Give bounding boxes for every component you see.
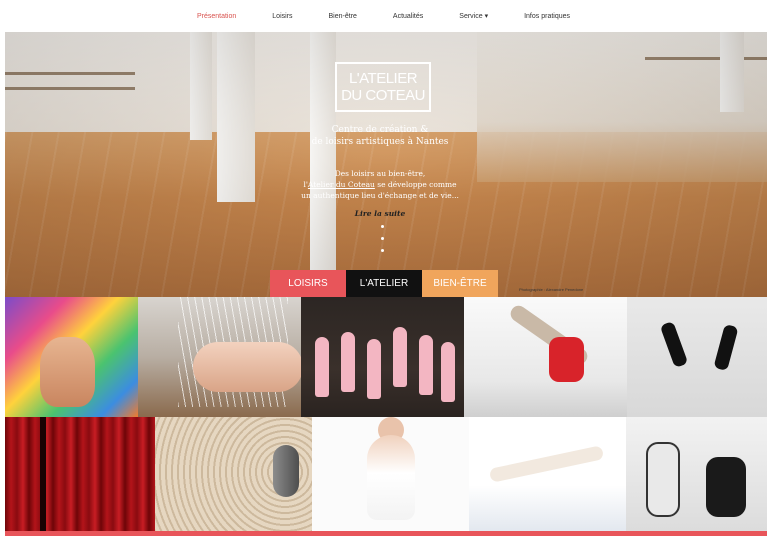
zen-garden-tile[interactable]	[155, 417, 312, 531]
logo-line-1: L'ATELIER	[348, 70, 418, 87]
ballerina-icon	[419, 335, 433, 395]
tagline-line-2: de loisirs artistiques à Nantes	[311, 137, 449, 147]
photo-credit: Photographie : Alexandre Penedone	[519, 287, 584, 292]
atelier-link[interactable]: Atelier du Coteau	[308, 180, 375, 189]
tab-loisirs[interactable]: LOISIRS	[270, 270, 346, 297]
yoga-tile[interactable]	[312, 417, 469, 531]
ballerina-icon	[367, 339, 381, 399]
dot	[380, 225, 384, 228]
zen-stone-icon	[273, 445, 299, 497]
hero-intro-text: Des loisirs au bien-être, l'Atelier du C…	[245, 168, 515, 201]
jump-dancers-tile[interactable]	[627, 297, 767, 417]
logo-line-2: DU COTEAU	[341, 87, 425, 104]
intro-line-1: Des loisirs au bien-être,	[334, 169, 426, 178]
stretch-pose-icon	[488, 445, 605, 483]
dancer-icon	[713, 323, 739, 372]
hero-tagline: Centre de création & de loisirs artistiq…	[245, 124, 515, 148]
stretch-tile[interactable]	[469, 417, 626, 531]
ballerina-icon	[393, 327, 407, 387]
tagline-line-1: Centre de création &	[331, 125, 429, 135]
curtain-opening-icon	[40, 417, 46, 531]
nav-item-actualites[interactable]: Actualités	[393, 13, 423, 20]
painting-tile[interactable]	[5, 297, 138, 417]
nav-item-bien-etre[interactable]: Bien-être	[329, 13, 357, 20]
dancer-icon	[659, 320, 689, 369]
footer-accent-bar	[5, 531, 767, 536]
site-logo[interactable]: L'ATELIER DU COTEAU	[335, 62, 431, 112]
tab-atelier[interactable]: L'ATELIER	[346, 270, 422, 297]
baby-hand-icon	[193, 342, 301, 392]
intro-suffix: se développe comme	[374, 180, 457, 189]
harp-tile[interactable]	[138, 297, 301, 417]
nav-item-presentation[interactable]: Présentation	[197, 13, 236, 20]
intro-line-2: l'Atelier du Coteau se développe comme	[245, 179, 515, 190]
read-more-link[interactable]: Lire la suite	[245, 209, 515, 218]
tab-bien-etre[interactable]: BIEN-ÊTRE	[422, 270, 498, 297]
top-navigation: Présentation Loisirs Bien-être Actualité…	[0, 0, 767, 32]
fighter-icon	[646, 442, 680, 517]
ballerina-icon	[341, 332, 355, 392]
hero-banner: L'ATELIER DU COTEAU Centre de création &…	[5, 32, 767, 297]
activities-image-grid	[5, 297, 767, 531]
martial-arts-tile[interactable]	[626, 417, 767, 531]
dancer-pants-icon	[549, 337, 584, 382]
ballerina-icon	[315, 337, 329, 397]
dot	[380, 249, 384, 252]
nav-item-loisirs[interactable]: Loisirs	[272, 13, 292, 20]
scroll-dots-icon	[378, 225, 386, 252]
yoga-pose-icon	[367, 435, 415, 520]
dot	[380, 237, 384, 240]
theatre-curtain-tile[interactable]	[5, 417, 155, 531]
nav-item-service[interactable]: Service ▾	[459, 12, 488, 20]
nav-item-infos-pratiques[interactable]: Infos pratiques	[524, 13, 570, 20]
ballet-tile[interactable]	[301, 297, 464, 417]
ballerina-icon	[441, 342, 455, 402]
category-tabs: LOISIRS L'ATELIER BIEN-ÊTRE	[270, 270, 498, 297]
painting-hand-icon	[40, 337, 95, 407]
intro-line-3: un authentique lieu d'échange et de vie.…	[301, 191, 459, 200]
fighter-icon	[706, 457, 746, 517]
breakdance-tile[interactable]	[464, 297, 627, 417]
